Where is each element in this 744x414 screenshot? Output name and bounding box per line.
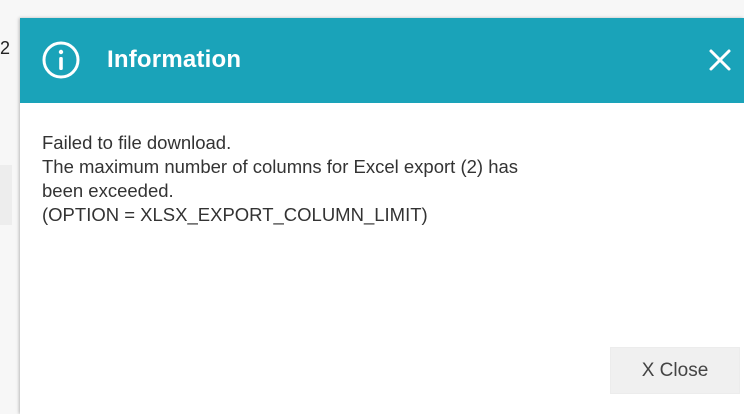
message-line: (OPTION = XLSX_EXPORT_COLUMN_LIMIT) [42, 204, 428, 225]
message-line: The maximum number of columns for Excel … [42, 156, 519, 177]
message-line: Failed to file download. [42, 132, 232, 153]
close-icon[interactable] [707, 47, 733, 73]
background-text-fragment: 2 [0, 38, 11, 58]
dialog-title: Information [107, 46, 242, 73]
information-dialog: Information Failed to file download. The… [20, 18, 744, 414]
dialog-message: Failed to file download. The maximum num… [42, 131, 702, 227]
dialog-header: Information [20, 18, 744, 103]
background-panel-fragment [0, 165, 12, 225]
info-icon [42, 41, 80, 79]
close-button[interactable]: X Close [610, 347, 740, 394]
message-line: been exceeded. [42, 180, 174, 201]
